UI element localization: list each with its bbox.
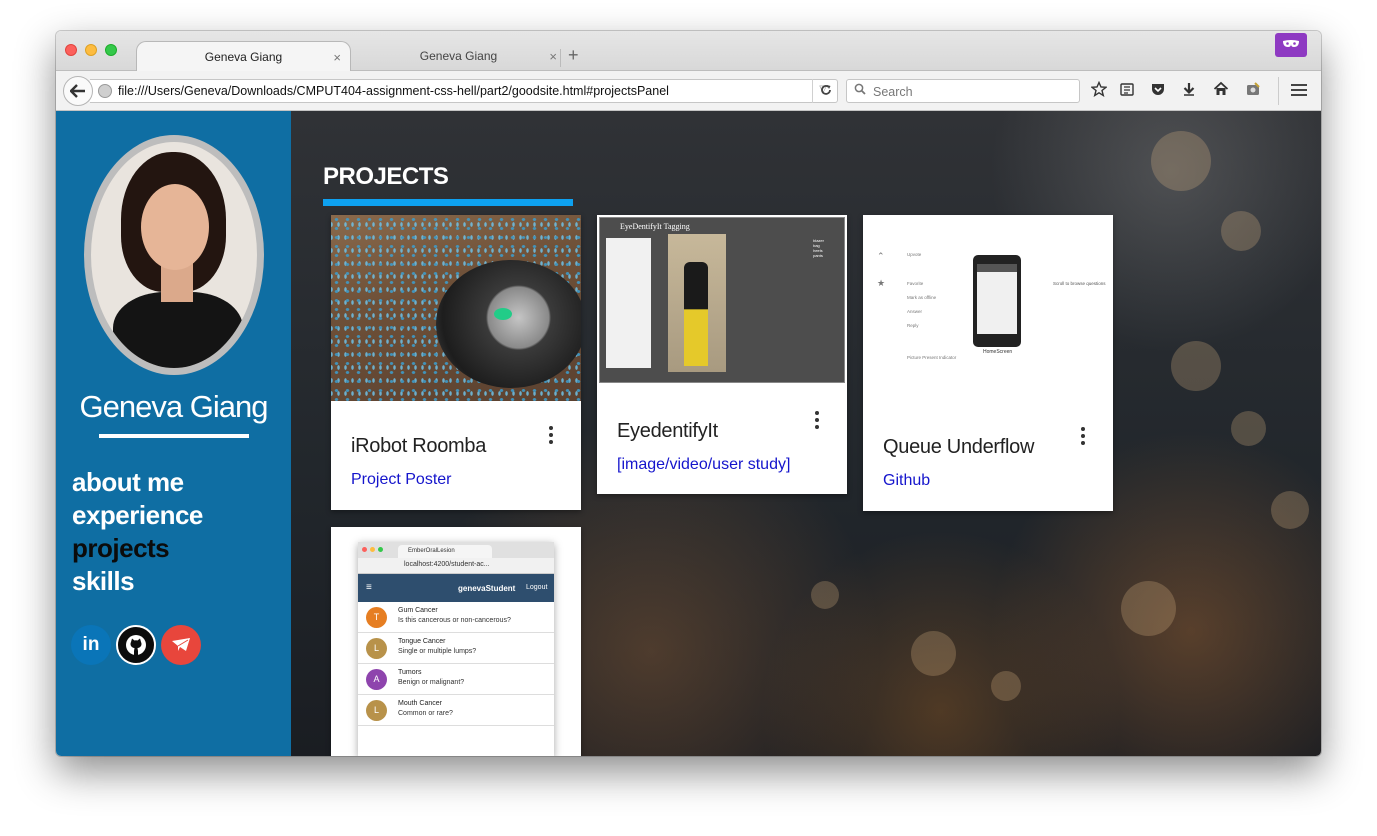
- url-bar[interactable]: file:///Users/Geneva/Downloads/CMPUT404-…: [90, 79, 838, 103]
- zoom-window-button[interactable]: [105, 44, 117, 56]
- sidebar: Geneva Giang about me experience project…: [56, 111, 291, 756]
- tab-close-icon[interactable]: ×: [333, 42, 341, 73]
- tab-title: Geneva Giang: [419, 49, 498, 63]
- search-input[interactable]: Search: [846, 79, 1080, 103]
- project-card-queue-underflow: ⌃ Upvote ★ Favorite Mark as offline Answ…: [863, 215, 1113, 511]
- project-link[interactable]: Project Poster: [351, 471, 451, 489]
- project-card-eyedentifyit: EyeDentifyIt Tagging blazer bag heels pa…: [597, 215, 847, 494]
- project-title: Queue Underflow: [883, 436, 1035, 458]
- reload-button[interactable]: [812, 79, 838, 103]
- phone-mockup: [973, 255, 1021, 347]
- globe-icon: [98, 84, 112, 98]
- screenshot-icon[interactable]: [1242, 81, 1264, 102]
- download-icon[interactable]: [1178, 81, 1200, 102]
- github-icon[interactable]: [116, 625, 156, 665]
- linkedin-icon[interactable]: in: [71, 625, 111, 665]
- email-icon[interactable]: [161, 625, 201, 665]
- url-text[interactable]: file:///Users/Geneva/Downloads/CMPUT404-…: [118, 84, 669, 98]
- projects-heading: PROJECTS: [323, 163, 449, 190]
- tab-inactive[interactable]: Geneva Giang ×: [351, 41, 566, 72]
- nav-projects[interactable]: projects: [72, 532, 203, 565]
- tag-panel: [606, 238, 651, 368]
- minimize-window-button[interactable]: [85, 44, 97, 56]
- eyedentify-title: EyeDentifyIt Tagging: [620, 222, 690, 231]
- tab-separator: [560, 49, 561, 67]
- back-arrow-icon: [69, 84, 85, 98]
- projects-panel: PROJECTS iRobot Roomba Project Poster Ey…: [291, 111, 1321, 756]
- toolbar-separator: [1278, 77, 1279, 105]
- close-window-button[interactable]: [65, 44, 77, 56]
- star-icon[interactable]: [1088, 80, 1110, 102]
- tab-active[interactable]: Geneva Giang ×: [136, 41, 351, 72]
- tab-close-icon[interactable]: ×: [549, 41, 557, 72]
- more-options-icon[interactable]: [1081, 427, 1085, 448]
- menu-icon[interactable]: [1291, 81, 1307, 99]
- more-options-icon[interactable]: [815, 411, 819, 432]
- profile-name: Geneva Giang: [79, 389, 269, 424]
- nav-skills[interactable]: skills: [72, 565, 203, 598]
- ember-app-screenshot[interactable]: EmberOralLesion localhost:4200/student-a…: [358, 542, 554, 756]
- project-link[interactable]: [image/video/user study]: [617, 456, 790, 474]
- tag-list: blazer bag heels pants: [813, 238, 824, 258]
- nav-bar: file:///Users/Geneva/Downloads/CMPUT404-…: [56, 71, 1321, 111]
- profile-photo: [84, 135, 264, 375]
- homescreen-label: HomeScreen: [983, 349, 1013, 355]
- projects-heading-underline: [323, 199, 573, 206]
- roomba-image[interactable]: [331, 215, 581, 401]
- search-icon: [854, 83, 866, 98]
- page-content: Geneva Giang about me experience project…: [56, 111, 1321, 756]
- fashion-photo: [668, 234, 726, 372]
- project-card-ember: EmberOralLesion localhost:4200/student-a…: [331, 527, 581, 756]
- nav-about-me[interactable]: about me: [72, 466, 203, 499]
- reading-list-icon[interactable]: [1116, 81, 1138, 102]
- back-button[interactable]: [63, 76, 93, 106]
- pocket-icon[interactable]: [1147, 81, 1169, 102]
- tab-title: Geneva Giang: [204, 50, 283, 64]
- queue-underflow-image[interactable]: ⌃ Upvote ★ Favorite Mark as offline Answ…: [863, 215, 1113, 401]
- reload-icon: [820, 85, 831, 95]
- project-title: iRobot Roomba: [351, 435, 487, 457]
- nav-experience[interactable]: experience: [72, 499, 203, 532]
- search-placeholder: Search: [873, 85, 913, 99]
- eyedentifyit-image[interactable]: EyeDentifyIt Tagging blazer bag heels pa…: [597, 215, 847, 385]
- project-title: EyedentifyIt: [617, 420, 718, 442]
- project-link[interactable]: Github: [883, 472, 930, 490]
- mask-icon: [1275, 33, 1307, 57]
- sidebar-nav: about me experience projects skills: [72, 466, 203, 598]
- tab-bar: Geneva Giang × Geneva Giang × +: [56, 31, 1321, 72]
- browser-window: Geneva Giang × Geneva Giang × + file:///…: [56, 31, 1321, 756]
- name-underline: [99, 434, 249, 438]
- project-card-roomba: iRobot Roomba Project Poster: [331, 215, 581, 510]
- new-tab-button[interactable]: +: [568, 45, 579, 66]
- more-options-icon[interactable]: [549, 426, 553, 447]
- home-icon[interactable]: [1210, 81, 1232, 102]
